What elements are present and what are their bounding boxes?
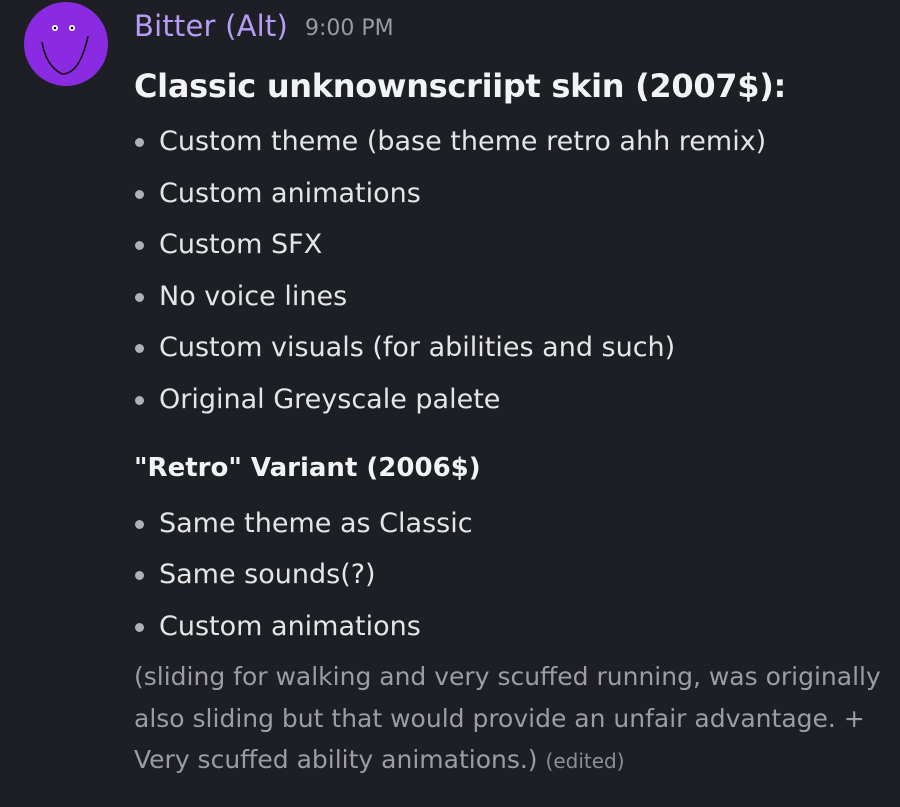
avatar[interactable] [24, 2, 108, 86]
bullet-icon [135, 189, 144, 199]
list-item-text: Original Greyscale palete [159, 383, 501, 415]
bullet-icon [135, 571, 144, 581]
list-item: Custom animations [134, 601, 884, 653]
bullet-icon [135, 138, 144, 147]
bullet-icon [135, 292, 144, 302]
list-item-text: Custom animations [159, 177, 421, 209]
list-item-text: Custom theme (base theme retro ahh remix… [159, 126, 767, 157]
subheading: "Retro" Variant (2006$) [134, 452, 481, 483]
edited-label: (edited) [545, 749, 625, 774]
bullet-icon [135, 622, 144, 632]
list-item: Custom animations [134, 168, 884, 220]
bullet-icon [135, 519, 144, 529]
author-name[interactable]: Bitter (Alt) [134, 9, 288, 43]
list-item-text: Custom animations [159, 610, 421, 642]
list-item: Same theme as Classic [134, 498, 884, 550]
message-header: Bitter (Alt) 9:00 PM [134, 0, 884, 52]
list-item-text: Custom SFX [159, 229, 323, 261]
list-item: Same sounds(?) [134, 549, 884, 601]
list-item-text: Custom visuals (for abilities and such) [159, 332, 676, 364]
list-item: No voice lines [134, 271, 884, 323]
bullet-icon [135, 344, 144, 354]
chat-message: Bitter (Alt) 9:00 PM Classic unknownscri… [0, 0, 900, 807]
purple-smiley-face-icon [24, 2, 108, 86]
heading: Classic unknownscriipt skin (2007$): [134, 67, 787, 105]
message-content: Bitter (Alt) 9:00 PM Classic unknownscri… [134, 0, 884, 783]
bullet-icon [135, 241, 144, 251]
list-item: Custom theme (base theme retro ahh remix… [134, 116, 884, 168]
subtext-text: (sliding for walking and very scuffed ru… [134, 662, 881, 775]
list-item: Custom visuals (for abilities and such) [134, 322, 884, 374]
list-item-text: Same sounds(?) [159, 559, 376, 591]
bullet-list-classic: Custom theme (base theme retro ahh remix… [134, 116, 884, 426]
list-item: Original Greyscale palete [134, 374, 884, 426]
bullet-list-retro: Same theme as Classic Same sounds(?) Custo… [134, 498, 884, 653]
subtext-note: (sliding for walking and very scuffed ru… [134, 656, 894, 783]
list-item: Custom SFX [134, 219, 884, 271]
list-item-text: Same theme as Classic [159, 507, 473, 539]
message-timestamp[interactable]: 9:00 PM [305, 16, 394, 41]
list-item-text: No voice lines [159, 280, 348, 312]
bullet-icon [135, 395, 144, 405]
